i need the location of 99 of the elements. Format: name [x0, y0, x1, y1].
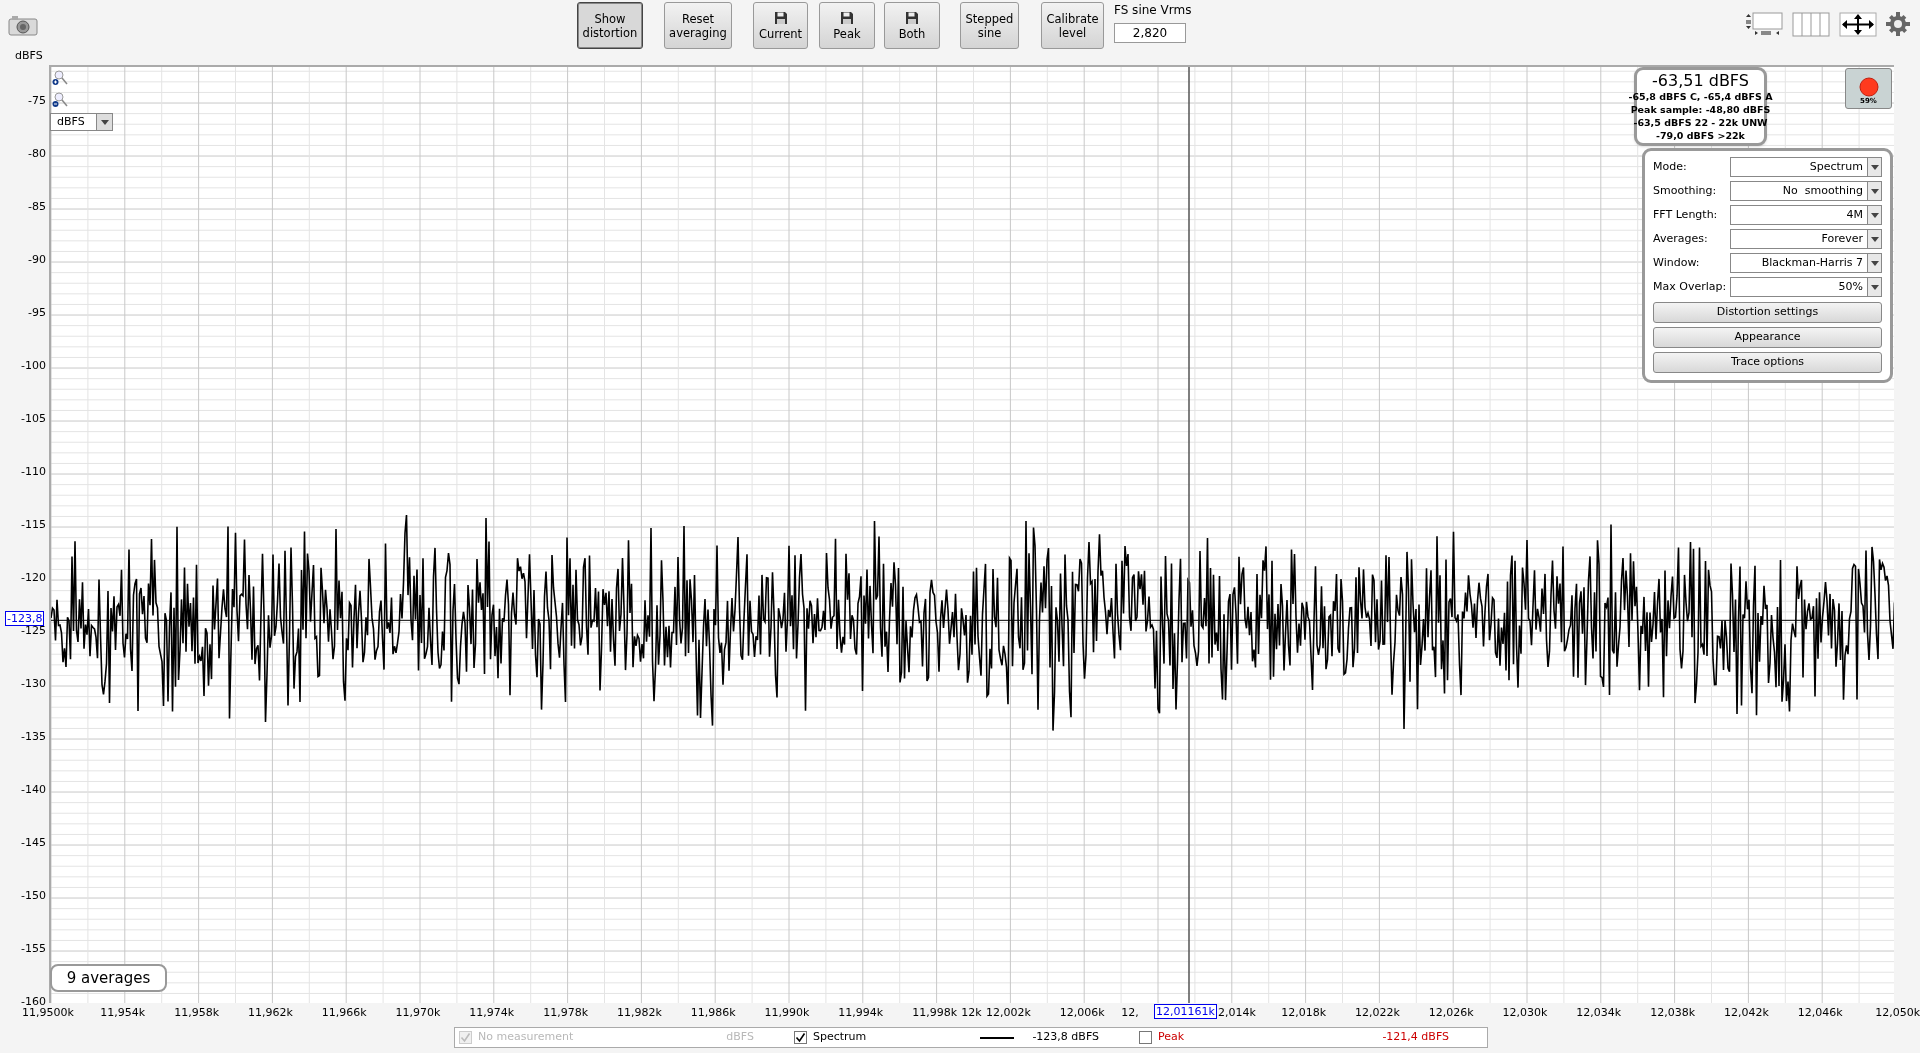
y-axis-label: -125 [21, 624, 46, 639]
unit-dropdown[interactable]: dBFS [50, 113, 113, 131]
panel-button[interactable]: Appearance [1653, 327, 1882, 348]
setting-label: Smoothing: [1653, 182, 1718, 199]
readout-line: Peak sample: -48,80 dBFS [1630, 103, 1771, 116]
toolbar-button[interactable]: Reset averaging [664, 2, 732, 49]
caret-icon [1870, 284, 1879, 290]
y-axis-label: -110 [21, 465, 46, 480]
setting-dropdown[interactable]: Blackman-Harris 7 [1730, 253, 1882, 273]
setting-dropdown[interactable]: Spectrum [1730, 157, 1882, 177]
x-axis-label: 11,998k [912, 1005, 957, 1021]
caret-icon [1870, 212, 1879, 218]
toolbar-button[interactable]: Calibrate level [1041, 2, 1104, 49]
cursor-value: 12,01161k [1154, 1004, 1217, 1019]
setting-dropdown[interactable]: 4M [1730, 205, 1882, 225]
x-axis-label: 12k [961, 1005, 982, 1021]
caret-icon [1870, 260, 1879, 266]
x-axis-label: 12,018k [1281, 1005, 1326, 1021]
x-axis-label: 12,034k [1576, 1005, 1622, 1021]
averages-count: 9 averages [50, 964, 167, 992]
y-axis-label: -75 [28, 94, 46, 109]
camera-icon[interactable] [8, 15, 38, 36]
toolbar-button[interactable]: Stepped sine [960, 2, 1019, 49]
x-axis-label: 12,030k [1502, 1005, 1548, 1021]
setting-label: FFT Length: [1653, 206, 1719, 223]
legend-label: Spectrum [813, 1029, 867, 1046]
panel-button[interactable]: Trace options [1653, 352, 1882, 373]
y-axis-label: -115 [21, 518, 46, 533]
panel-button[interactable]: Distortion settings [1653, 302, 1882, 323]
readout-line: -63,5 dBFS 22 - 22k UNW [1633, 116, 1768, 129]
y-axis-label: -155 [21, 942, 46, 957]
setting-dropdown[interactable]: Forever [1730, 229, 1882, 249]
legend-value: -123,8 dBFS [1032, 1029, 1099, 1046]
legend-value: dBFS [726, 1029, 754, 1046]
zoom-fit-icon[interactable] [1745, 12, 1783, 37]
y-axis-label: -105 [21, 412, 46, 427]
y-axis-unit: dBFS [15, 48, 43, 64]
toolbar-button[interactable]: Current [753, 2, 808, 49]
setting-label: Averages: [1653, 230, 1709, 247]
x-axis-label: 11,986k [690, 1005, 736, 1021]
checkbox[interactable] [794, 1031, 807, 1044]
x-axis-label: 11,958k [174, 1005, 219, 1021]
readout-line: -79,0 dBFS >22k [1656, 129, 1745, 142]
fs-sine-field[interactable]: 2,820 [1114, 23, 1186, 43]
x-axis-label: 12,026k [1428, 1005, 1474, 1021]
x-axis-label: 12,002k [985, 1005, 1031, 1021]
zoom-in-icon[interactable] [52, 70, 68, 86]
y-axis-label: -100 [21, 359, 46, 374]
toolbar-button[interactable]: Both [884, 2, 940, 49]
legend-label: No measurement [478, 1029, 574, 1046]
x-axis-label: 12,006k [1059, 1005, 1105, 1021]
setting-dropdown[interactable]: No smoothing [1730, 181, 1882, 201]
x-axis-label: 12, [1121, 1005, 1139, 1021]
y-axis-label: -120 [21, 571, 46, 586]
y-axis-label: -130 [21, 677, 46, 692]
x-axis-label: 11,974k [469, 1005, 515, 1021]
caret-icon [1870, 236, 1879, 242]
settings-icon[interactable] [1886, 12, 1910, 36]
x-axis-label: 11,978k [543, 1005, 588, 1021]
toolbar-button[interactable]: Peak [819, 2, 875, 49]
readout-value: -63,51 dBFS [1652, 72, 1749, 90]
caret-icon [100, 119, 109, 125]
caret-icon [1870, 188, 1879, 194]
zoom-out-icon[interactable] [52, 92, 68, 108]
move-arrows-icon[interactable] [1839, 12, 1877, 37]
x-axis-label: 11,954k [100, 1005, 146, 1021]
y-axis-label: -80 [28, 147, 46, 162]
x-axis-label: 11,990k [764, 1005, 810, 1021]
x-axis-label: 12,042k [1723, 1005, 1769, 1021]
y-axis-label: -85 [28, 200, 46, 215]
x-axis-label: 11,970k [395, 1005, 441, 1021]
x-axis-label: 12,050k [1875, 1005, 1920, 1021]
toolbar-button[interactable]: Show distortion [577, 2, 643, 49]
x-axis-label: 11,994k [838, 1005, 884, 1021]
setting-label: Window: [1653, 254, 1701, 271]
y-axis-label: -90 [28, 253, 46, 268]
readout-line: -65,8 dBFS C, -65,4 dBFS A [1628, 90, 1773, 103]
checkbox[interactable] [1139, 1031, 1152, 1044]
x-axis-label: 11,966k [321, 1005, 367, 1021]
setting-dropdown[interactable]: 50% [1730, 277, 1882, 297]
legend-label: Peak [1158, 1029, 1185, 1046]
caret-icon [1870, 164, 1879, 170]
y-axis-label: -135 [21, 730, 46, 745]
y-axis-label: -150 [21, 889, 46, 904]
x-axis-label: 11,982k [616, 1005, 662, 1021]
setting-label: Max Overlap: [1653, 278, 1728, 295]
x-axis-label: 12,038k [1650, 1005, 1695, 1021]
y-axis-label: -145 [21, 836, 46, 851]
x-axis-label: 2,014k [1218, 1005, 1256, 1021]
x-axis-label: 11,962k [247, 1005, 293, 1021]
x-axis-label: 12,046k [1797, 1005, 1843, 1021]
y-axis-label: -95 [28, 306, 46, 321]
record-light-icon [1858, 77, 1879, 97]
legend-value: -121,4 dBFS [1382, 1029, 1449, 1046]
setting-label: Mode: [1653, 158, 1688, 175]
y-axis-label: -140 [21, 783, 46, 798]
cursor-value: -123,8 [5, 611, 45, 627]
x-axis-label: 12,022k [1354, 1005, 1400, 1021]
fs-sine-label: FS sine Vrms [1114, 2, 1192, 19]
